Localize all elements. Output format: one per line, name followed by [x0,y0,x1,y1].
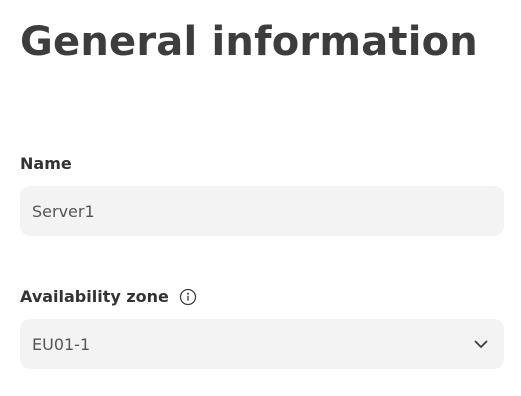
availability-zone-selected-value: EU01-1 [32,334,91,354]
availability-zone-label-text: Availability zone [20,287,169,306]
name-input[interactable]: Server1 [20,186,504,236]
info-icon[interactable] [179,288,197,306]
chevron-down-icon [472,335,490,353]
availability-zone-label: Availability zone [20,287,197,307]
page-title: General information [20,19,478,65]
name-input-value: Server1 [32,201,95,221]
availability-zone-select[interactable]: EU01-1 [20,319,504,369]
name-label-text: Name [20,154,72,173]
name-label: Name [20,154,72,174]
